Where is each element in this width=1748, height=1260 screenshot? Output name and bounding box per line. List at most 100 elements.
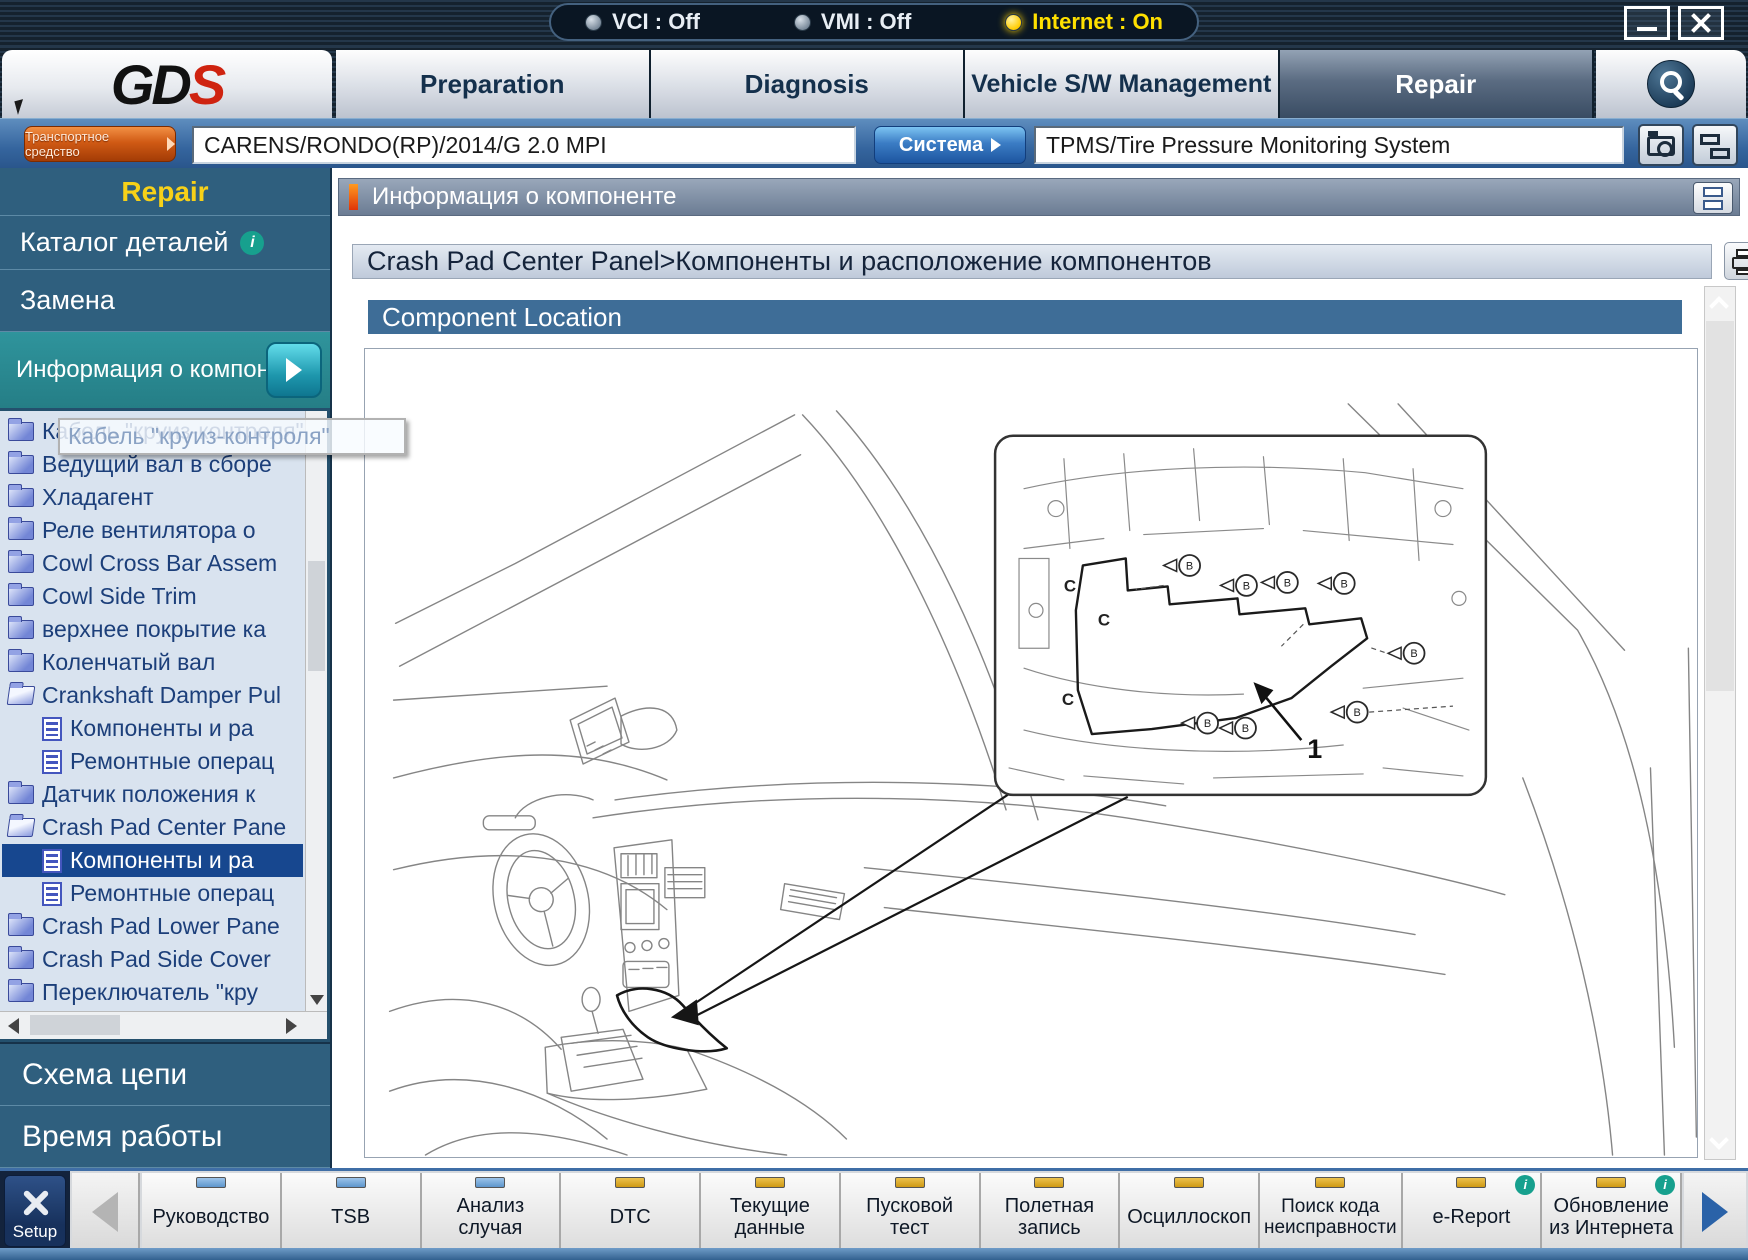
car-interior-diagram: B B B B B B B B C C C 1 [365,349,1697,1157]
layout-icon [1700,134,1720,145]
toolbar-button-actuation-test[interactable]: Пусковой тест [841,1173,981,1251]
setup-button[interactable]: Setup [4,1175,66,1247]
system-field[interactable]: TPMS/Tire Pressure Monitoring System [1034,126,1624,164]
indicator [755,1177,785,1188]
toolbar-button-case-analysis[interactable]: Анализ случая [422,1173,562,1251]
toolbar-button-internet-update[interactable]: iОбновление из Интернета [1542,1173,1682,1251]
scroll-left-icon[interactable] [8,1018,19,1034]
tab-preparation[interactable]: Preparation [336,50,651,118]
search-button[interactable] [1596,50,1746,118]
toolbar-button-current-data[interactable]: Текущие данные [701,1173,841,1251]
callout-1-label: 1 [1307,734,1322,764]
sidebar-item-labor-time[interactable]: Время работы [0,1106,330,1168]
indicator [1174,1177,1204,1188]
sidebar-item-component-info[interactable]: Информация о компоненте [0,332,330,408]
folder-icon [8,488,34,507]
logo-s-text: S [189,53,223,116]
toolbar-button-fault-code-search[interactable]: Поиск кода неисправности [1260,1173,1403,1251]
toolbar-button-e-report[interactable]: ie-Report [1403,1173,1543,1251]
tree-item[interactable]: верхнее покрытие ка [2,613,303,646]
stacked-panels-icon [1703,200,1723,210]
close-button[interactable] [1678,6,1724,40]
component-tree: Кабель "круиз-контроля" Ведущий вал в сб… [0,408,330,1042]
vehicle-selection-bar: Транспортное средство CARENS/RONDO(RP)/2… [0,118,1748,168]
tree-item[interactable]: Датчик положения к [2,778,303,811]
tab-diagnosis[interactable]: Diagnosis [651,50,966,118]
content-panel-titlebar: Информация о компоненте [338,178,1740,216]
sidebar-item-replacement[interactable]: Замена [0,270,330,332]
tree-item[interactable]: Cowl Side Trim [2,580,303,613]
tree-item[interactable]: Crash Pad Side Cover [2,943,303,976]
svg-text:B: B [1410,648,1417,660]
tree-item[interactable]: Реле вентилятора о [2,514,303,547]
svg-text:C: C [1062,690,1074,709]
indicator [615,1177,645,1188]
panel-layout-button[interactable] [1693,182,1733,214]
sidebar-item-circuit-diagram[interactable]: Схема цепи [0,1044,330,1106]
main-tab-bar: Preparation Diagnosis Vehicle S/W Manage… [336,50,1594,118]
tree-item[interactable]: Ремонтные операц [2,877,303,910]
tab-vehicle-sw-management[interactable]: Vehicle S/W Management [965,50,1280,118]
svg-text:B: B [1204,718,1211,730]
toolbar-button-flight-record[interactable]: Полетная запись [981,1173,1121,1251]
tree-item[interactable]: Ремонтные операц [2,745,303,778]
search-icon [1647,60,1695,108]
content-vertical-scrollbar[interactable] [1704,286,1736,1160]
sidebar-item-label: Каталог деталей [20,227,228,258]
toolbar-button-tsb[interactable]: TSB [282,1173,422,1251]
info-icon[interactable]: i [240,231,264,255]
expand-arrow-button[interactable] [266,342,322,398]
tree-item[interactable]: Crankshaft Damper Pul [2,679,303,712]
window-titlebar: VCI : Off VMI : Off Internet : On [0,0,1748,46]
system-select-button[interactable]: Система [874,126,1026,164]
tab-repair[interactable]: Repair [1280,50,1595,118]
svg-text:B: B [1341,578,1348,590]
toolbar-next-button[interactable] [1684,1173,1746,1251]
scrollbar-thumb[interactable] [308,561,325,671]
bottom-toolbar: Setup Руководство TSB Анализ случая DTC … [0,1168,1748,1248]
tree-item[interactable]: Хладагент [2,481,303,514]
indicator [196,1177,226,1188]
toolbar-button-manual[interactable]: Руководство [142,1173,282,1251]
layout-icon [1710,148,1730,159]
repair-sidebar: Repair Каталог деталей i Замена Информац… [0,168,332,1168]
component-tree-rows: Кабель "круиз-контроля" Ведущий вал в сб… [2,415,303,1009]
vehicle-field[interactable]: CARENS/RONDO(RP)/2014/G 2.0 MPI [192,126,856,164]
bottom-strip [0,1248,1748,1260]
close-icon [1690,12,1712,34]
sidebar-item-label: Замена [20,285,115,316]
tree-item[interactable]: Переключатель "кру [2,976,303,1009]
sidebar-item-parts-catalog[interactable]: Каталог деталей i [0,216,330,270]
scroll-down-icon[interactable] [310,995,324,1005]
scroll-down-icon[interactable] [1709,1130,1729,1150]
tree-item[interactable]: Компоненты и ра [2,712,303,745]
setup-zone: Setup [0,1171,70,1251]
tree-item[interactable]: Crash Pad Center Pane [2,811,303,844]
tree-item[interactable]: Коленчатый вал [2,646,303,679]
screenshot-button[interactable] [1638,124,1684,166]
scrollbar-thumb[interactable] [30,1015,120,1035]
tree-horizontal-scrollbar[interactable] [0,1011,327,1039]
folder-icon [8,917,34,936]
vehicle-select-button[interactable]: Транспортное средство [24,126,176,162]
tree-vertical-scrollbar[interactable] [305,411,327,1011]
scrollbar-thumb[interactable] [1706,321,1734,691]
scroll-up-icon[interactable] [1709,296,1729,316]
svg-text:B: B [1354,707,1361,719]
minimize-button[interactable] [1624,6,1670,40]
svg-text:B: B [1243,580,1250,592]
toolbar-button-dtc[interactable]: DTC [561,1173,701,1251]
vehicle-select-label: Транспортное средство [25,129,163,159]
scroll-right-icon[interactable] [286,1018,297,1034]
tree-item[interactable]: Cowl Cross Bar Assem [2,547,303,580]
indicator [1034,1177,1064,1188]
layout-switch-button[interactable] [1692,124,1738,166]
tree-item[interactable]: Crash Pad Lower Pane [2,910,303,943]
toolbar-prev-button[interactable] [72,1173,140,1251]
print-button[interactable] [1724,242,1748,280]
tree-item-tooltip: Кабель "круиз-контроля" [58,418,406,455]
tree-item-selected[interactable]: Компоненты и ра [2,844,303,877]
toolbar-button-oscilloscope[interactable]: Осциллоскоп [1120,1173,1260,1251]
folder-icon [8,422,34,441]
content-area: Информация о компоненте Crash Pad Center… [332,168,1748,1168]
